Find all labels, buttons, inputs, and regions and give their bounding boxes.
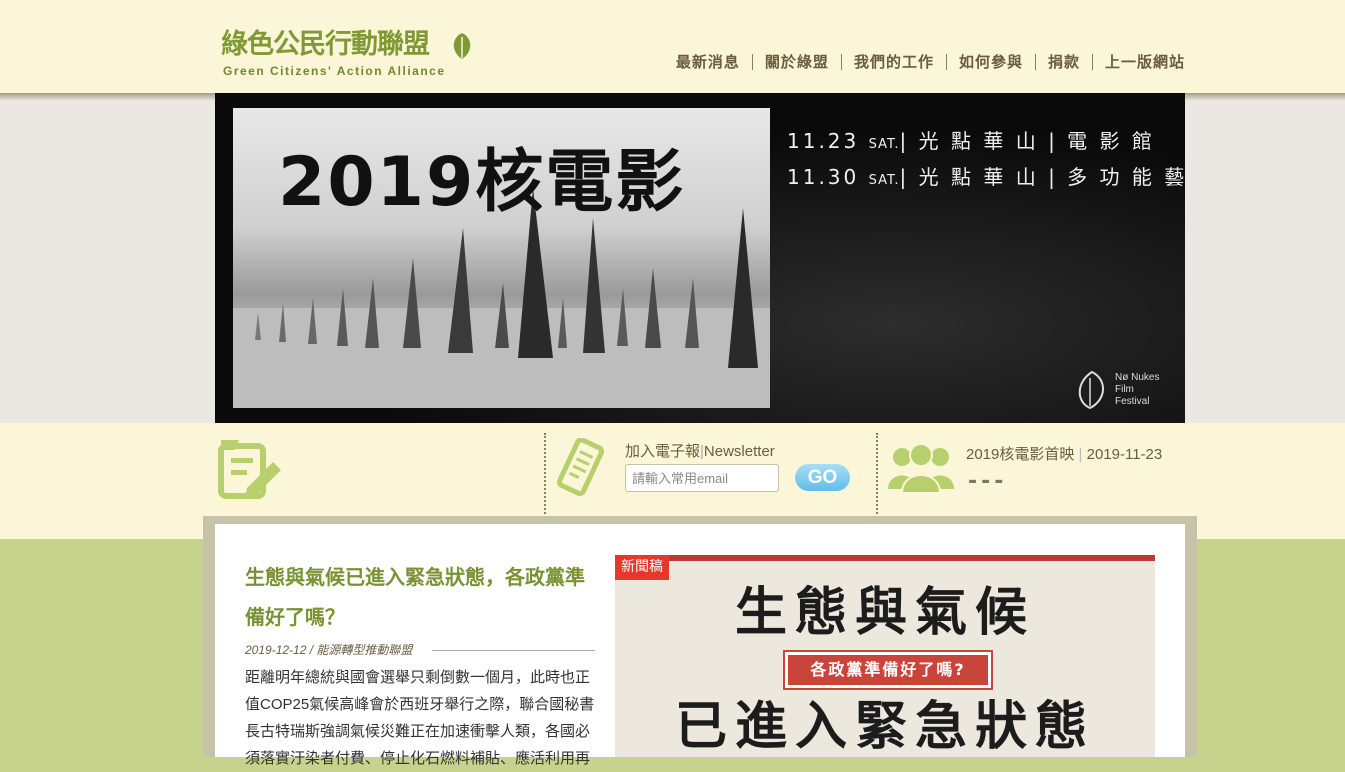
event-link[interactable]: 2019核電影首映 | 2019-11-23 xyxy=(966,443,1162,464)
hero-poster-image: 2019核電影 xyxy=(233,108,770,408)
nav-item-our-work[interactable]: 我們的工作 xyxy=(840,54,946,70)
logo-english-name: Green Citizens' Action Alliance xyxy=(223,64,446,78)
image-headline-2: 已進入緊急狀態 xyxy=(674,697,1095,757)
hero-date-row-2: 11.30 SAT.| 光 點 華 山 | 多 功 能 藝 文 廳 xyxy=(787,161,1185,197)
image-headline-1: 生態與氣候 xyxy=(734,583,1035,643)
hero-schedule: 11.23 SAT.| 光 點 華 山 | 電 影 館 11.30 SAT.| … xyxy=(787,125,1185,197)
event-title: 2019核電影首映 xyxy=(966,446,1075,463)
nav-item-donate[interactable]: 捐款 xyxy=(1034,54,1092,70)
newsletter-email-input[interactable] xyxy=(625,464,779,492)
nav-item-participate[interactable]: 如何參與 xyxy=(945,54,1035,70)
leaf-icon xyxy=(453,33,471,59)
nav-item-latest-news[interactable]: 最新消息 xyxy=(664,54,752,70)
nav-item-old-site[interactable]: 上一版網站 xyxy=(1091,54,1185,70)
image-ribbon: 各政黨準備好了嗎? xyxy=(785,652,991,688)
image-top-band xyxy=(615,555,1155,561)
article-meta: 2019-12-12 / 能源轉型推動聯盟 xyxy=(245,643,413,657)
festival-name: Nø Nukes Film Festival xyxy=(1115,372,1159,408)
festival-name-line-1: Nø Nukes xyxy=(1115,372,1160,383)
article-title[interactable]: 生態與氣候已進入緊急狀態，各政黨準備好了嗎？ xyxy=(245,557,595,637)
news-feature-image[interactable]: 新聞稿 生態與氣候 各政黨準備好了嗎? 已進入緊急狀態 xyxy=(615,555,1155,757)
festival-name-line-2: Film xyxy=(1115,384,1134,395)
divider xyxy=(544,433,546,521)
main-nav: 最新消息 關於綠盟 我們的工作 如何參與 捐款 上一版網站 xyxy=(664,54,1185,70)
newsletter-label-cn: 加入電子報 xyxy=(625,443,701,460)
hero-date-2: 11.30 xyxy=(787,165,860,189)
newsletter-go-button[interactable]: GO xyxy=(795,464,850,491)
event-date: 2019-11-23 xyxy=(1086,446,1163,463)
newsletter-label: 加入電子報|Newsletter xyxy=(625,440,775,461)
hero-date-row-1: 11.23 SAT.| 光 點 華 山 | 電 影 館 xyxy=(787,125,1185,161)
newsletter-label-en: Newsletter xyxy=(703,443,775,460)
logo-chinese-name: 綠色公民行動聯盟 xyxy=(221,29,430,60)
article-meta-rule xyxy=(432,650,595,651)
event-subtitle: --- xyxy=(968,469,1008,494)
gcaa-leaf-icon xyxy=(1078,370,1104,410)
newsletter-icon xyxy=(556,438,605,497)
hero-venue-1: | 光 點 華 山 | 電 影 館 xyxy=(899,129,1155,153)
label-separator: | xyxy=(1074,446,1087,463)
hero-banner[interactable]: 2019核電影 11.23 SAT.| 光 點 華 山 | 電 影 館 11.3… xyxy=(215,93,1185,423)
edit-document-icon[interactable] xyxy=(217,440,283,500)
article-excerpt: 距離明年總統與國會選舉只剩倒數一個月，此時也正值COP25氣候高峰會於西班牙舉行… xyxy=(245,669,595,767)
hero-day-1: SAT. xyxy=(868,137,900,152)
press-release-tag: 新聞稿 xyxy=(615,555,669,580)
site-logo[interactable]: 綠色公民行動聯盟 Green Citizens' Action Alliance xyxy=(221,30,476,80)
divider xyxy=(876,433,878,521)
hero-date-1: 11.23 xyxy=(787,129,860,153)
festival-badge: Nø Nukes Film Festival xyxy=(1070,368,1170,413)
hero-venue-2: | 光 點 華 山 | 多 功 能 藝 文 廳 xyxy=(899,165,1185,189)
people-icon xyxy=(888,443,954,493)
hero-day-2: SAT. xyxy=(868,173,900,188)
festival-name-line-3: Festival xyxy=(1115,396,1150,407)
hero-title: 2019核電影 xyxy=(278,143,686,222)
nav-item-about[interactable]: 關於綠盟 xyxy=(751,54,841,70)
site-header: 綠色公民行動聯盟 Green Citizens' Action Alliance… xyxy=(0,0,1345,93)
